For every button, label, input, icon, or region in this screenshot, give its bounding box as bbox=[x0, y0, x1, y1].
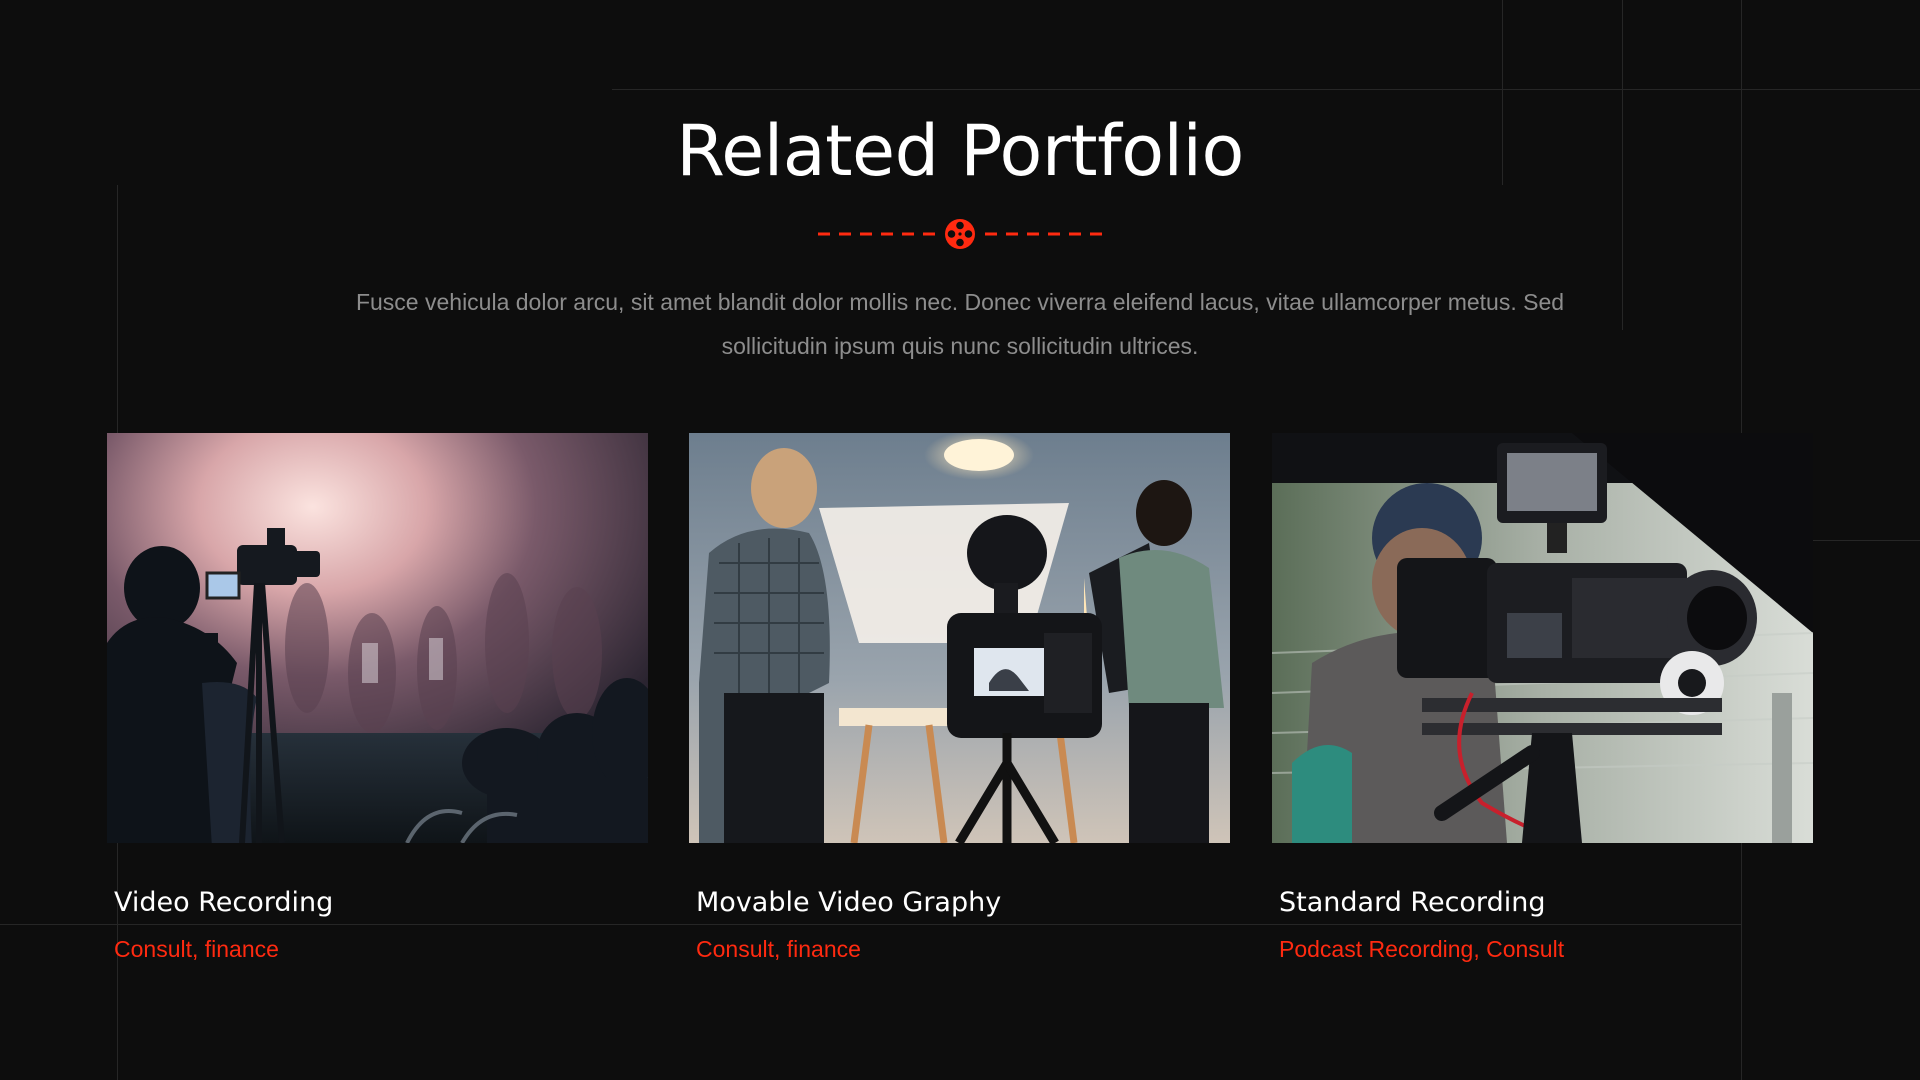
section-divider bbox=[818, 219, 1103, 249]
portfolio-image-cinema-camera[interactable] bbox=[1272, 433, 1813, 843]
section-description: Fusce vehicula dolor arcu, sit amet blan… bbox=[355, 289, 1565, 359]
portfolio-tags[interactable]: Consult, finance bbox=[696, 933, 1230, 965]
film-reel-icon bbox=[945, 219, 975, 249]
portfolio-tags[interactable]: Consult, finance bbox=[114, 933, 648, 965]
portfolio-tags[interactable]: Podcast Recording, Consult bbox=[1279, 933, 1813, 965]
portfolio-image-event-videographer[interactable] bbox=[107, 433, 648, 843]
portfolio-image-photo-studio[interactable] bbox=[689, 433, 1230, 843]
portfolio-title[interactable]: Video Recording bbox=[114, 885, 648, 921]
page-title: Related Portfolio bbox=[676, 110, 1244, 192]
guide-line bbox=[1810, 540, 1920, 541]
portfolio-title[interactable]: Movable Video Graphy bbox=[696, 885, 1230, 921]
portfolio-card[interactable]: Video Recording Consult, finance bbox=[107, 433, 648, 965]
portfolio-card[interactable]: Standard Recording Podcast Recording, Co… bbox=[1272, 433, 1813, 965]
portfolio-title[interactable]: Standard Recording bbox=[1279, 885, 1813, 921]
portfolio-card[interactable]: Movable Video Graphy Consult, finance bbox=[689, 433, 1230, 965]
guide-line bbox=[612, 89, 1920, 90]
